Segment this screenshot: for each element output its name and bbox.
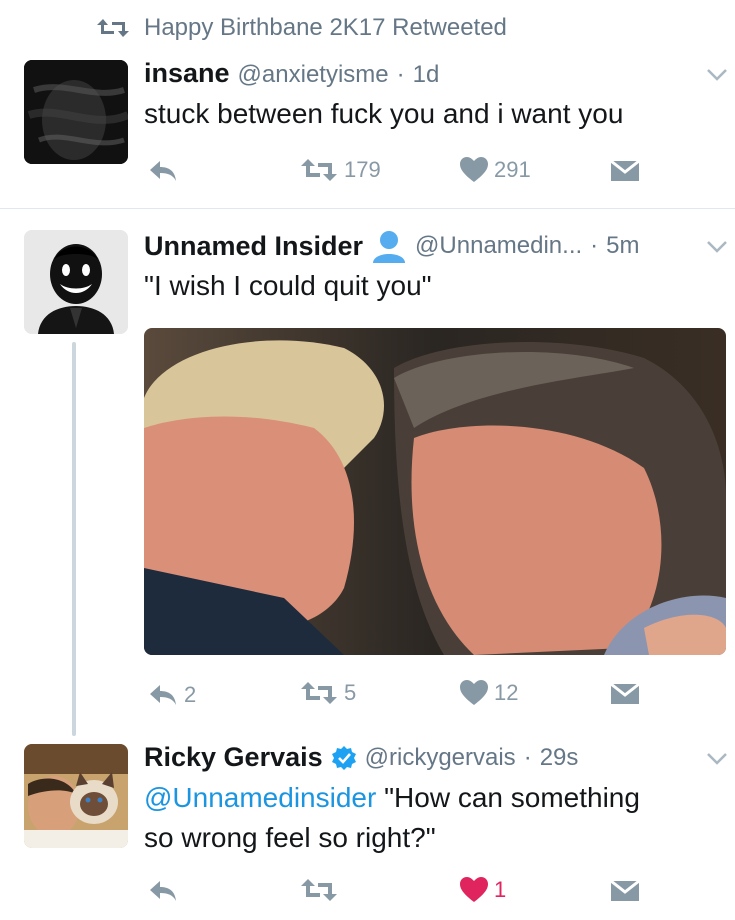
retweet-icon — [301, 682, 337, 704]
retweet-count: 5 — [344, 680, 357, 705]
retweet-button[interactable]: 5 — [300, 680, 356, 706]
envelope-icon — [610, 879, 640, 901]
tweet-2-header: Unnamed Insider @Unnamedin... · 5m — [144, 229, 640, 263]
tweet-text: stuck between fuck you and i want you — [144, 98, 624, 129]
chevron-down-icon[interactable] — [706, 68, 728, 82]
like-count: 291 — [494, 157, 531, 182]
avatar-unnamed-insider[interactable] — [24, 230, 128, 334]
dm-button[interactable] — [610, 159, 640, 183]
dm-button[interactable] — [610, 682, 640, 706]
tweet-3-header: Ricky Gervais @rickygervais · 29s — [144, 742, 578, 773]
user-handle[interactable]: @Unnamedin... — [415, 232, 582, 260]
reply-icon — [150, 881, 176, 901]
tweet-text-line-1: "How can something — [376, 782, 640, 813]
retweet-count: 179 — [344, 157, 381, 182]
heart-icon — [460, 877, 488, 902]
like-count: 12 — [494, 680, 519, 705]
retweet-button[interactable]: 179 — [300, 157, 381, 183]
dot-separator: · — [590, 232, 599, 259]
heart-icon — [460, 680, 488, 705]
thread-connector-line — [72, 342, 76, 736]
retweet-icon — [97, 19, 129, 37]
retweet-icon — [301, 159, 337, 181]
envelope-icon — [610, 682, 640, 704]
dm-button[interactable] — [610, 879, 640, 903]
tweet-1-actions: 179 291 — [148, 157, 648, 187]
user-handle[interactable]: @rickygervais — [365, 744, 516, 772]
tweet-3-actions: 1 — [148, 877, 648, 907]
verified-badge-icon — [331, 745, 356, 770]
tweet-text-line-2: so wrong feel so right?" — [144, 822, 436, 853]
user-handle[interactable]: @anxietyisme — [238, 61, 389, 89]
reply-button[interactable] — [148, 879, 178, 903]
timestamp[interactable]: 1d — [413, 61, 440, 89]
retweet-button[interactable] — [300, 877, 338, 903]
envelope-icon — [610, 159, 640, 181]
reply-button[interactable] — [148, 159, 178, 183]
display-name[interactable]: Unnamed Insider — [144, 231, 363, 262]
heart-icon — [460, 157, 488, 182]
reply-count: 2 — [184, 682, 197, 707]
retweet-banner[interactable]: Happy Birthbane 2K17 Retweeted — [96, 14, 507, 42]
chevron-down-icon[interactable] — [706, 240, 728, 254]
timestamp[interactable]: 29s — [540, 744, 579, 772]
dot-separator: · — [396, 61, 405, 88]
person-badge-icon — [373, 231, 406, 263]
photo-two-men-embrace — [144, 328, 726, 655]
like-button[interactable]: 12 — [460, 680, 518, 706]
retweet-icon — [301, 879, 337, 901]
like-button[interactable]: 291 — [460, 157, 531, 183]
man-with-cat-image — [24, 744, 128, 848]
like-count: 1 — [494, 877, 507, 902]
avatar-insane[interactable] — [24, 60, 128, 164]
display-name[interactable]: insane — [144, 58, 230, 89]
divider — [0, 208, 735, 209]
tweet-photo[interactable] — [144, 328, 726, 655]
chevron-down-icon[interactable] — [706, 752, 728, 766]
avatar-ricky-gervais[interactable] — [24, 744, 128, 848]
tweet-2-actions: 2 5 12 — [148, 680, 648, 710]
blurred-face-image — [24, 60, 128, 164]
tweet-text: "I wish I could quit you" — [144, 270, 432, 301]
like-button-active[interactable]: 1 — [460, 877, 506, 903]
mention-link[interactable]: @Unnamedinsider — [144, 782, 376, 813]
timestamp[interactable]: 5m — [606, 232, 639, 260]
retweet-banner-text: Happy Birthbane 2K17 Retweeted — [144, 14, 507, 41]
tweet-text: @Unnamedinsider "How can something so wr… — [144, 778, 724, 858]
reply-icon — [150, 161, 176, 181]
dot-separator: · — [523, 743, 532, 771]
reply-icon — [150, 685, 176, 705]
display-name[interactable]: Ricky Gervais — [144, 742, 323, 773]
puppet-avatar-image — [24, 230, 128, 334]
reply-button[interactable]: 2 — [148, 682, 196, 708]
tweet-1-header: insane @anxietyisme · 1d — [144, 58, 439, 89]
